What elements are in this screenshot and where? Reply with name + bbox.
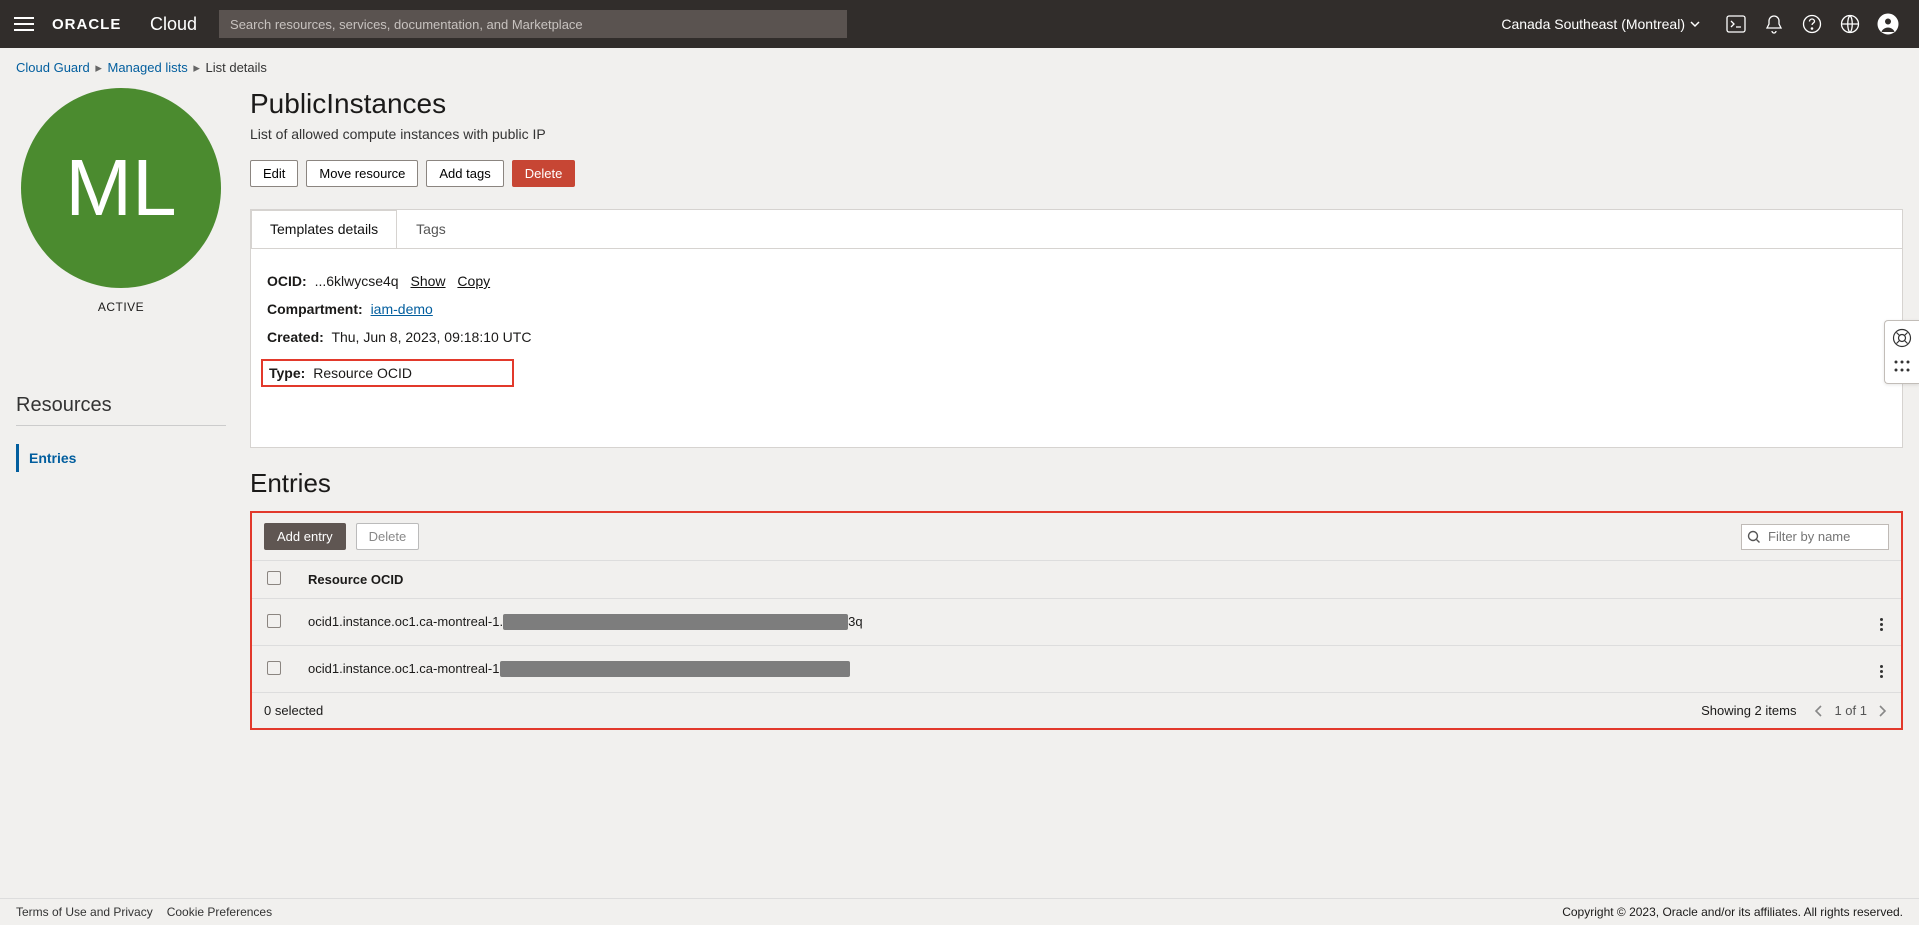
floating-help-panel — [1884, 320, 1919, 384]
terms-link[interactable]: Terms of Use and Privacy — [16, 905, 153, 919]
tab-templates-details[interactable]: Templates details — [251, 210, 397, 249]
table-row: ocid1.instance.oc1.ca-montreal-1 — [252, 646, 1901, 693]
menu-icon[interactable] — [8, 8, 40, 40]
sidebar: ML ACTIVE Resources Entries — [16, 88, 226, 472]
created-label: Created: — [267, 329, 324, 345]
breadcrumb-sep: ▸ — [95, 60, 102, 75]
type-value: Resource OCID — [313, 365, 412, 381]
cookies-link[interactable]: Cookie Preferences — [167, 905, 272, 919]
topbar-icons — [1725, 13, 1899, 35]
entries-table: Resource OCID ocid1.instance.oc1.ca-mont… — [252, 560, 1901, 692]
page-indicator: 1 of 1 — [1834, 703, 1867, 718]
tab-body: OCID: ...6klwycse4q Show Copy Compartmen… — [251, 248, 1902, 447]
ocid-cell: ocid1.instance.oc1.ca-montreal-1 — [296, 646, 1861, 693]
chevron-down-icon — [1689, 18, 1701, 30]
breadcrumb-link-managedlists[interactable]: Managed lists — [108, 60, 188, 75]
delete-entry-button[interactable]: Delete — [356, 523, 420, 550]
logo-cloud-text: Cloud — [150, 14, 197, 35]
move-resource-button[interactable]: Move resource — [306, 160, 418, 187]
page-description: List of allowed compute instances with p… — [250, 126, 1903, 142]
breadcrumb-sep: ▸ — [193, 60, 200, 75]
profile-icon[interactable] — [1877, 13, 1899, 35]
pager: 1 of 1 — [1812, 703, 1889, 718]
resources-heading-wrap: Resources — [16, 394, 226, 426]
add-tags-button[interactable]: Add tags — [426, 160, 503, 187]
redacted-segment — [500, 661, 850, 677]
col-resource-ocid: Resource OCID — [296, 561, 1861, 599]
resource-avatar: ML — [21, 88, 221, 288]
entries-toolbar: Add entry Delete — [252, 513, 1901, 560]
globe-icon[interactable] — [1839, 13, 1861, 35]
region-label: Canada Southeast (Montreal) — [1501, 16, 1685, 32]
ocid-cell: ocid1.instance.oc1.ca-montreal-1.3q — [296, 599, 1861, 646]
breadcrumb-link-cloudguard[interactable]: Cloud Guard — [16, 60, 90, 75]
resources-list: Entries — [16, 444, 226, 472]
compartment-label: Compartment: — [267, 301, 363, 317]
entries-highlight-box: Add entry Delete Resource OCID — [250, 511, 1903, 730]
prev-page-icon[interactable] — [1812, 704, 1826, 718]
type-label: Type: — [269, 365, 305, 381]
tabs-panel: Templates details Tags OCID: ...6klwycse… — [250, 209, 1903, 448]
grid-icon[interactable] — [1891, 355, 1913, 377]
action-row: Edit Move resource Add tags Delete — [250, 160, 1903, 187]
status-badge: ACTIVE — [16, 300, 226, 314]
row-menu-icon[interactable] — [1876, 661, 1887, 682]
table-row: ocid1.instance.oc1.ca-montreal-1.3q — [252, 599, 1901, 646]
sidebar-item-entries[interactable]: Entries — [16, 444, 226, 472]
type-highlight-box: Type: Resource OCID — [261, 359, 514, 387]
created-value: Thu, Jun 8, 2023, 09:18:10 UTC — [331, 329, 531, 345]
filter-box — [1741, 524, 1889, 550]
row-menu-icon[interactable] — [1876, 614, 1887, 635]
compartment-link[interactable]: iam-demo — [371, 301, 433, 317]
selected-count: 0 selected — [264, 703, 323, 718]
copyright-text: Copyright © 2023, Oracle and/or its affi… — [1562, 905, 1903, 919]
ocid-show-link[interactable]: Show — [411, 273, 446, 289]
delete-button[interactable]: Delete — [512, 160, 576, 187]
ocid-copy-link[interactable]: Copy — [457, 273, 490, 289]
page-title: PublicInstances — [250, 88, 1903, 120]
logo[interactable]: ORACLE Cloud — [52, 14, 197, 35]
add-entry-button[interactable]: Add entry — [264, 523, 346, 550]
svg-text:ORACLE: ORACLE — [52, 16, 121, 32]
next-page-icon[interactable] — [1875, 704, 1889, 718]
breadcrumb: Cloud Guard ▸ Managed lists ▸ List detai… — [0, 48, 1919, 88]
created-row: Created: Thu, Jun 8, 2023, 09:18:10 UTC — [267, 329, 1886, 345]
tabs: Templates details Tags — [251, 210, 1902, 248]
ocid-label: OCID: — [267, 273, 307, 289]
entries-heading: Entries — [250, 468, 1903, 499]
ocid-row: OCID: ...6klwycse4q Show Copy — [267, 273, 1886, 289]
tab-tags[interactable]: Tags — [397, 210, 465, 248]
edit-button[interactable]: Edit — [250, 160, 298, 187]
compartment-row: Compartment: iam-demo — [267, 301, 1886, 317]
footer: Terms of Use and Privacy Cookie Preferen… — [0, 898, 1919, 925]
topbar: ORACLE Cloud Canada Southeast (Montreal) — [0, 0, 1919, 48]
breadcrumb-current: List details — [206, 60, 267, 75]
search-input[interactable] — [219, 10, 847, 38]
help-icon[interactable] — [1801, 13, 1823, 35]
search-wrap — [219, 10, 847, 38]
table-footer: 0 selected Showing 2 items 1 of 1 — [252, 692, 1901, 728]
redacted-segment — [503, 614, 848, 630]
ocid-value: ...6klwycse4q — [315, 273, 399, 289]
row-checkbox[interactable] — [267, 661, 281, 675]
cloud-shell-icon[interactable] — [1725, 13, 1747, 35]
search-icon — [1747, 530, 1761, 544]
main: PublicInstances List of allowed compute … — [250, 88, 1903, 730]
bell-icon[interactable] — [1763, 13, 1785, 35]
filter-input[interactable] — [1741, 524, 1889, 550]
life-ring-icon[interactable] — [1891, 327, 1913, 349]
select-all-checkbox[interactable] — [267, 571, 281, 585]
row-checkbox[interactable] — [267, 614, 281, 628]
showing-count: Showing 2 items — [1701, 703, 1796, 718]
resources-heading: Resources — [16, 394, 226, 417]
region-selector[interactable]: Canada Southeast (Montreal) — [1501, 16, 1701, 32]
